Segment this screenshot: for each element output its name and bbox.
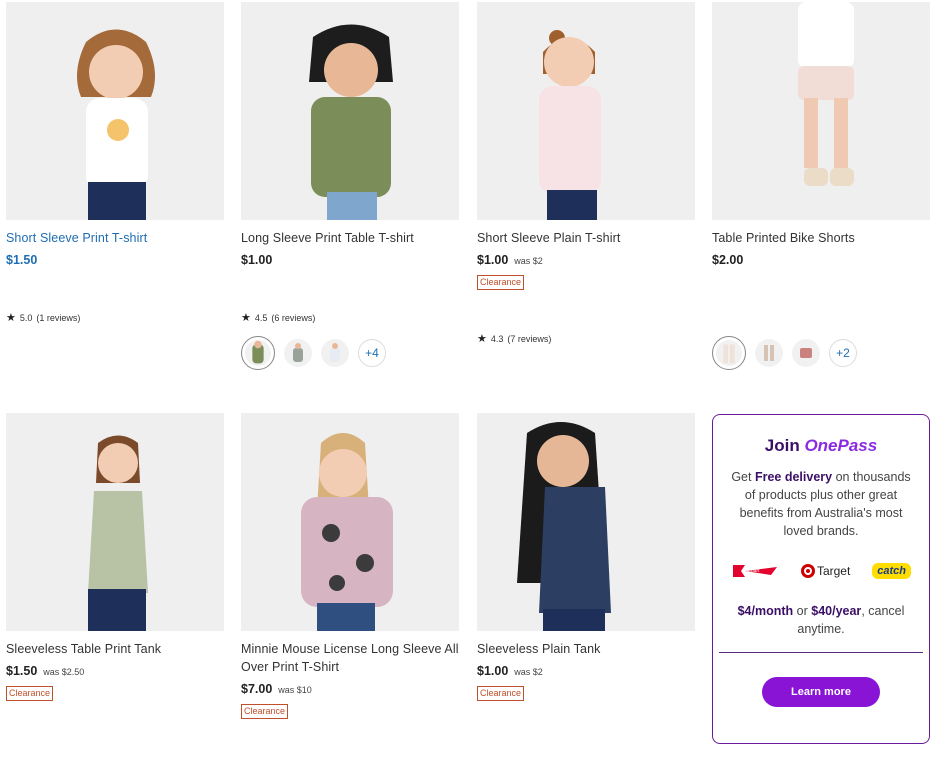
product-image[interactable] [477,2,695,220]
target-logo: Target [800,564,851,578]
onepass-join: Join [764,436,800,455]
clearance-badge: Clearance [6,686,54,701]
swatch-green[interactable] [241,336,275,370]
product-price: $1.50 [6,664,38,678]
product-image[interactable] [477,413,695,631]
star-icon: ★ [6,312,16,324]
target-logo-text: Target [816,564,851,578]
clearance-badge: Clearance [241,704,289,719]
onepass-pricing: $4/month or $40/year, cancel anytime. [713,602,929,638]
product-card[interactable]: Short Sleeve Plain T-shirt $1.00 was $2 C… [477,2,695,290]
product-card[interactable]: Table Printed Bike Shorts $2.00 [712,2,930,267]
product-image[interactable] [241,413,459,631]
was-price: was $2.50 [43,667,85,677]
color-swatches: +2 [712,336,857,370]
product-price: $1.00 [477,664,509,678]
product-card[interactable]: Long Sleeve Print Table T-shirt $1.00 [241,2,459,267]
partner-logos: kmart Target catch [731,560,911,582]
product-image[interactable] [712,2,930,220]
onepass-title: Join OnePass [713,436,929,456]
rating-value: 4.5 [254,312,268,323]
product-card[interactable]: Sleeveless Table Print Tank $1.50 was $2.… [6,413,224,701]
learn-more-button[interactable]: Learn more [762,677,880,707]
product-title[interactable]: Short Sleeve Print T-shirt [6,229,224,247]
product-card[interactable]: Sleeveless Plain Tank $1.00 was $2 Cleara… [477,413,695,701]
swatch-cream[interactable] [712,336,746,370]
review-count[interactable]: (7 reviews) [507,334,551,344]
product-title[interactable]: Long Sleeve Print Table T-shirt [241,229,459,247]
product-image[interactable] [6,2,224,220]
product-price: $1.50 [6,253,38,267]
price-year: $40/year [811,604,862,618]
product-rating: ★ 5.0 (1 reviews) [6,311,80,324]
review-count[interactable]: (6 reviews) [271,313,315,323]
product-price: $1.00 [241,253,273,267]
rating-value: 5.0 [19,312,33,323]
product-title[interactable]: Short Sleeve Plain T-shirt [477,229,695,247]
product-image[interactable] [6,413,224,631]
rating-value: 4.3 [490,333,504,344]
onepass-logo: OnePass [804,436,878,455]
product-title[interactable]: Sleeveless Table Print Tank [6,640,224,658]
product-title[interactable]: Table Printed Bike Shorts [712,229,930,247]
more-colors-button[interactable]: +4 [358,339,386,367]
product-card[interactable]: Short Sleeve Print T-shirt $1.50 [6,2,224,267]
kmart-logo: kmart [731,563,779,579]
onepass-description: Get Free delivery on thousands of produc… [727,468,915,540]
product-price: $1.00 [477,253,509,267]
price-month: $4/month [737,604,794,618]
swatch-white[interactable] [321,339,349,367]
swatch-pink[interactable] [792,339,820,367]
was-price: was $2 [514,667,543,677]
star-icon: ★ [241,312,251,324]
onepass-promo: Join OnePass Get Free delivery on thousa… [712,414,930,744]
clearance-badge: Clearance [477,275,525,290]
clearance-badge: Clearance [477,686,525,701]
onepass-body-pre: Get [731,470,752,484]
product-title[interactable]: Minnie Mouse License Long Sleeve All Ove… [241,640,459,676]
more-colors-button[interactable]: +2 [829,339,857,367]
product-card[interactable]: Minnie Mouse License Long Sleeve All Ove… [241,413,459,719]
product-price: $2.00 [712,253,744,267]
product-title-line: Minnie Mouse License Long Sleeve All [241,642,459,656]
review-count[interactable]: (1 reviews) [36,313,80,323]
product-image[interactable] [241,2,459,220]
target-bullseye-icon [800,564,815,578]
was-price: was $10 [278,685,312,695]
was-price: was $2 [514,256,543,266]
product-title[interactable]: Sleeveless Plain Tank [477,640,695,658]
product-title-line: Over Print T-Shirt [241,660,340,674]
product-rating: ★ 4.3 (7 reviews) [477,332,551,345]
catch-logo: catch [872,563,911,579]
color-swatches: +4 [241,336,386,370]
swatch-grey[interactable] [284,339,312,367]
divider [719,652,923,653]
kmart-logo-text: kmart [747,568,760,574]
swatch-beige[interactable] [755,339,783,367]
product-rating: ★ 4.5 (6 reviews) [241,311,315,324]
product-price: $7.00 [241,682,273,696]
star-icon: ★ [477,333,487,345]
onepass-body-bold: Free delivery [754,470,833,484]
price-or: or [796,604,808,618]
